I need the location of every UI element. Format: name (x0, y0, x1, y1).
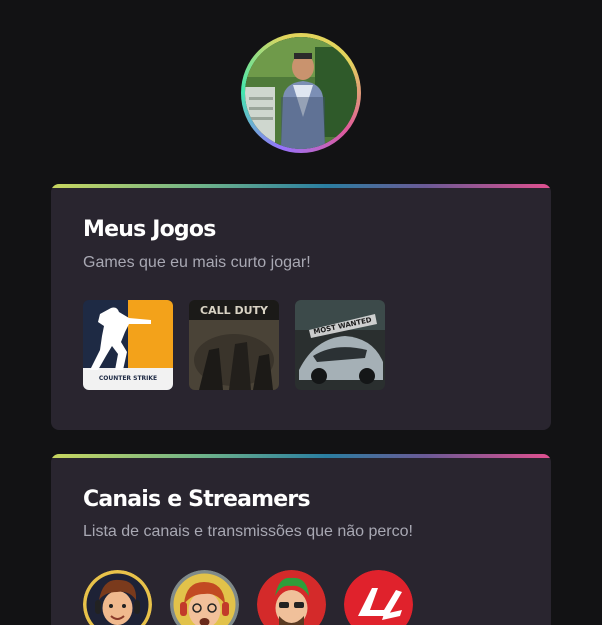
streamer-3-avatar[interactable] (257, 570, 326, 625)
streamer-4-avatar[interactable] (344, 570, 413, 625)
streamers-card-subtitle: Lista de canais e transmissões que não p… (83, 523, 413, 540)
streamers-card-title: Canais e Streamers (83, 487, 311, 512)
counter-strike-logo-icon: COUNTER STRIKE (83, 300, 173, 390)
need-for-speed-cover-icon: MOST WANTED (295, 300, 385, 390)
games-card-title: Meus Jogos (83, 217, 216, 242)
avatar-photo-frame (245, 37, 357, 149)
game-need-for-speed[interactable]: MOST WANTED (295, 300, 385, 390)
games-card: Meus Jogos Games que eu mais curto jogar… (51, 184, 551, 430)
profile-photo (245, 37, 357, 149)
call-of-duty-cover-icon: CALL DUTY (189, 300, 279, 390)
profile-avatar (241, 33, 361, 153)
game-call-of-duty[interactable]: CALL DUTY (189, 300, 279, 390)
counter-strike-wordmark: COUNTER STRIKE (99, 375, 157, 382)
streamer-2-avatar[interactable] (170, 570, 239, 625)
streamers-card: Canais e Streamers Lista de canais e tra… (51, 454, 551, 625)
streamer-4-avatar-icon (344, 570, 413, 625)
games-card-subtitle: Games que eu mais curto jogar! (83, 254, 311, 271)
streamer-1-avatar-icon (83, 570, 152, 625)
call-of-duty-wordmark: CALL DUTY (200, 304, 269, 317)
streamers-list (83, 570, 413, 625)
streamer-2-avatar-icon (170, 570, 239, 625)
games-list: COUNTER STRIKE CALL DUTY MOST WANTED (83, 300, 385, 390)
streamer-3-avatar-icon (257, 570, 326, 625)
streamer-1-avatar[interactable] (83, 570, 152, 625)
game-counter-strike[interactable]: COUNTER STRIKE (83, 300, 173, 390)
